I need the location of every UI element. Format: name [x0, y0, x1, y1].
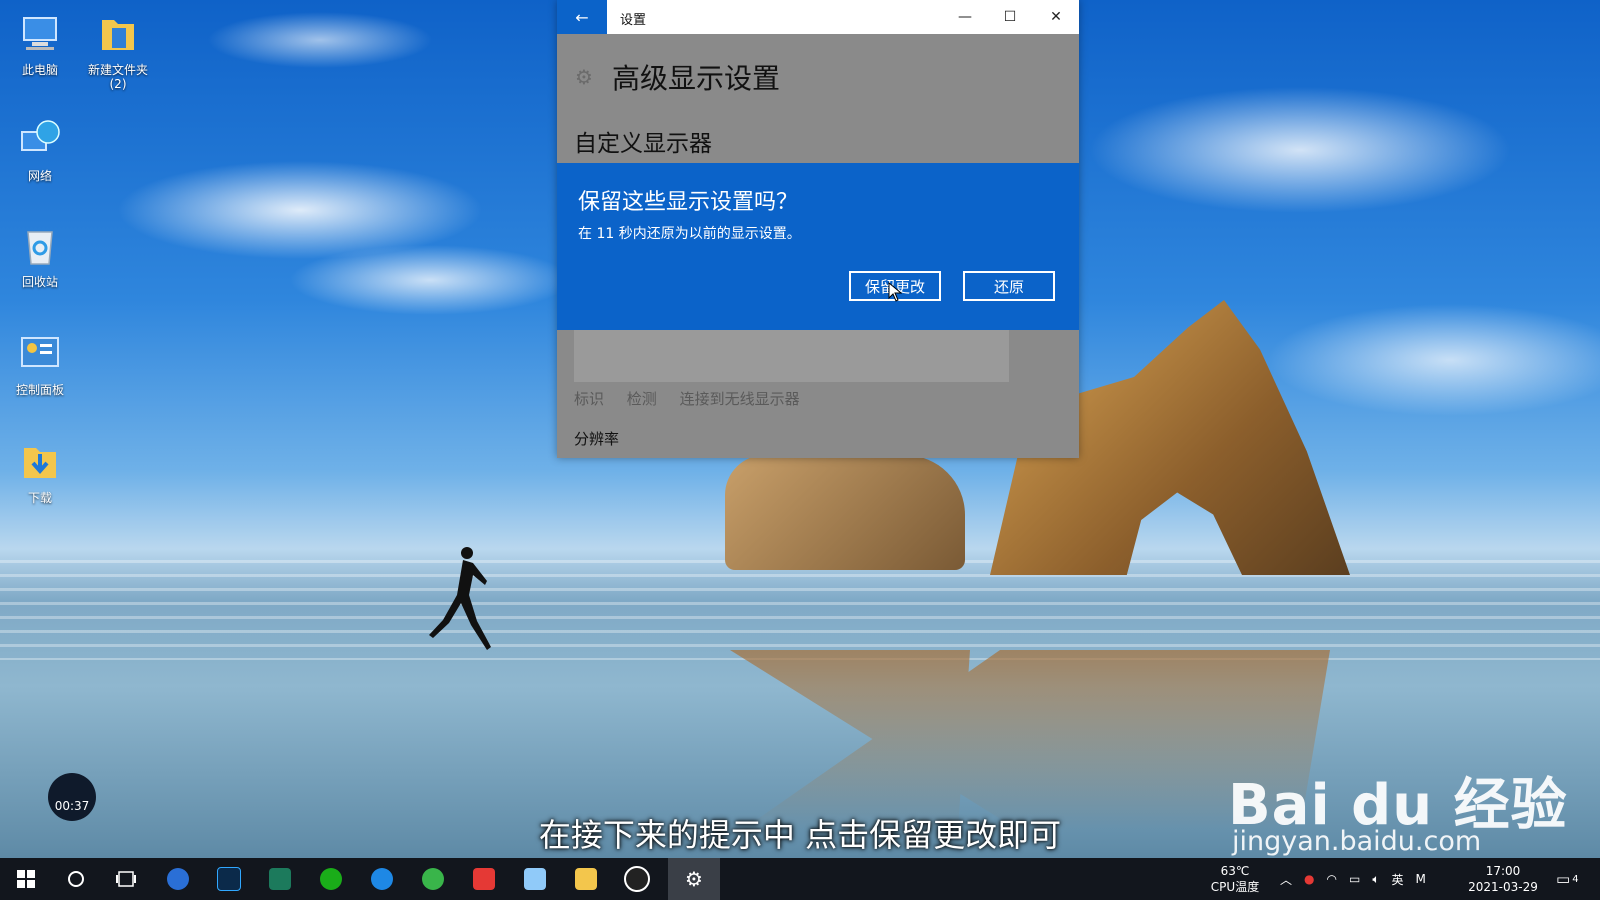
- baidu-watermark-url: jingyan.baidu.com: [1232, 826, 1482, 857]
- desktop-icon-new-folder[interactable]: 新建文件夹 (2): [78, 12, 158, 91]
- volume-icon[interactable]: 🔈︎: [1372, 872, 1379, 887]
- chevron-up-icon[interactable]: ︿: [1280, 871, 1292, 888]
- back-button[interactable]: ←: [557, 0, 607, 34]
- music-player-icon: [624, 866, 650, 892]
- search-button[interactable]: [56, 863, 96, 895]
- cortana-circle-icon: [68, 871, 84, 887]
- desktop-icon-label: 新建文件夹: [87, 63, 148, 77]
- notification-icon: ▭: [1556, 870, 1571, 888]
- network-globe-icon: [21, 120, 60, 151]
- downloads-folder-icon: [24, 448, 56, 478]
- start-button[interactable]: [6, 863, 46, 895]
- wifi-icon[interactable]: ◠: [1327, 872, 1337, 886]
- desktop-icon-label: 网络: [27, 169, 52, 183]
- taskbar-app-wechat[interactable]: [311, 863, 351, 895]
- taskbar-app-explorer[interactable]: [566, 863, 606, 895]
- taskbar-app-wps[interactable]: [464, 863, 504, 895]
- computer-icon: [23, 17, 57, 50]
- folder-icon: [102, 20, 134, 50]
- gear-icon: ⚙: [575, 65, 593, 89]
- close-icon: ✕: [1050, 9, 1062, 25]
- notification-count: 4: [1572, 873, 1579, 885]
- desktop-icon-downloads[interactable]: 下载: [0, 440, 80, 505]
- antivirus-icon[interactable]: ●: [1304, 872, 1314, 886]
- taskbar-clock[interactable]: 17:00 2021-03-29: [1460, 863, 1546, 895]
- taskbar: ⚙ 63℃ CPU温度 ︿ ● ◠ ▭ 🔈︎ 英 M 17:00 2021-03…: [0, 858, 1600, 900]
- desktop-icon-label: 回收站: [21, 275, 58, 289]
- desktop-icon-sublabel: (2): [109, 77, 127, 91]
- section-title: 自定义显示器: [574, 131, 712, 157]
- clock-date: 2021-03-29: [1468, 880, 1538, 894]
- action-center-button[interactable]: ▭ 4: [1556, 858, 1579, 900]
- wps-icon: [473, 868, 495, 890]
- cpu-temp-label: CPU温度: [1210, 880, 1260, 894]
- download-manager-icon: [269, 868, 291, 890]
- close-button[interactable]: ✕: [1033, 0, 1079, 34]
- taskbar-app-downloader[interactable]: [260, 863, 300, 895]
- window-titlebar: ← 设置 — ☐ ✕: [557, 0, 1079, 34]
- photoshop-icon: [217, 867, 241, 891]
- battery-icon[interactable]: ▭: [1349, 872, 1360, 886]
- taskbar-app-sogou[interactable]: [158, 863, 198, 895]
- desktop-icon-network[interactable]: 网络: [0, 118, 80, 183]
- cpu-temperature: 63℃ CPU温度: [1207, 863, 1263, 895]
- wallpaper-rock-left: [725, 455, 965, 570]
- detect-link[interactable]: 检测: [627, 390, 657, 408]
- clock-time: 17:00: [1485, 864, 1521, 878]
- gmail-icon[interactable]: M: [1416, 872, 1426, 886]
- system-tray: ︿ ● ◠ ▭ 🔈︎ 英 M: [1280, 858, 1426, 900]
- cpu-temp-value: 63℃: [1220, 864, 1250, 878]
- control-panel-icon: [21, 337, 59, 367]
- taskbar-app-photoshop[interactable]: [209, 863, 249, 895]
- desktop-icon-label: 控制面板: [15, 383, 64, 397]
- desktop-icon-this-pc[interactable]: 此电脑: [0, 12, 80, 77]
- revert-button[interactable]: 还原: [963, 271, 1055, 301]
- recycle-bin-icon: [27, 231, 53, 265]
- desktop-icon-recycle-bin[interactable]: 回收站: [0, 224, 80, 289]
- maximize-icon: ☐: [1003, 9, 1017, 25]
- display-preview-area: [574, 330, 1009, 382]
- wallpaper-runner: [429, 547, 491, 650]
- display-links: 标识 检测 连接到无线显示器: [574, 388, 818, 409]
- mouse-cursor-icon: [888, 282, 902, 302]
- window-title: 设置: [620, 13, 647, 28]
- desktop-icon-label: 下载: [27, 491, 52, 505]
- back-arrow-icon: ←: [575, 7, 589, 27]
- taskbar-app-360[interactable]: [413, 863, 453, 895]
- desktop-icon-label: 此电脑: [21, 63, 58, 77]
- task-view-icon: [116, 871, 136, 887]
- dialog-message: 在 11 秒内还原为以前的显示设置。: [578, 226, 801, 242]
- taskbar-app-settings[interactable]: ⚙: [668, 858, 720, 900]
- dialog-title: 保留这些显示设置吗？: [578, 190, 799, 215]
- connect-wireless-display-link[interactable]: 连接到无线显示器: [680, 390, 800, 408]
- green-browser-icon: [422, 868, 444, 890]
- browser-icon: [371, 868, 393, 890]
- task-view-button[interactable]: [106, 863, 146, 895]
- notes-icon: [524, 868, 546, 890]
- taskbar-app-notes[interactable]: [515, 863, 555, 895]
- minimize-icon: —: [958, 9, 972, 25]
- taskbar-app-browser[interactable]: [362, 863, 402, 895]
- wechat-icon: [320, 868, 342, 890]
- file-explorer-icon: [575, 868, 597, 890]
- resolution-label: 分辨率: [574, 430, 620, 448]
- settings-gear-icon: ⚙: [685, 867, 703, 891]
- ime-indicator[interactable]: 英: [1392, 871, 1404, 888]
- windows-logo-icon: [17, 870, 35, 888]
- page-title: 高级显示设置: [612, 62, 781, 95]
- maximize-button[interactable]: ☐: [987, 0, 1033, 34]
- minimize-button[interactable]: —: [942, 0, 988, 34]
- identify-link[interactable]: 标识: [574, 390, 604, 408]
- wallpaper-waves: [0, 560, 1600, 660]
- sogou-browser-icon: [167, 868, 189, 890]
- keep-settings-dialog: 保留这些显示设置吗？ 在 11 秒内还原为以前的显示设置。 保留更改 还原: [557, 163, 1079, 330]
- desktop-icon-control-panel[interactable]: 控制面板: [0, 332, 80, 397]
- taskbar-app-music[interactable]: [617, 863, 657, 895]
